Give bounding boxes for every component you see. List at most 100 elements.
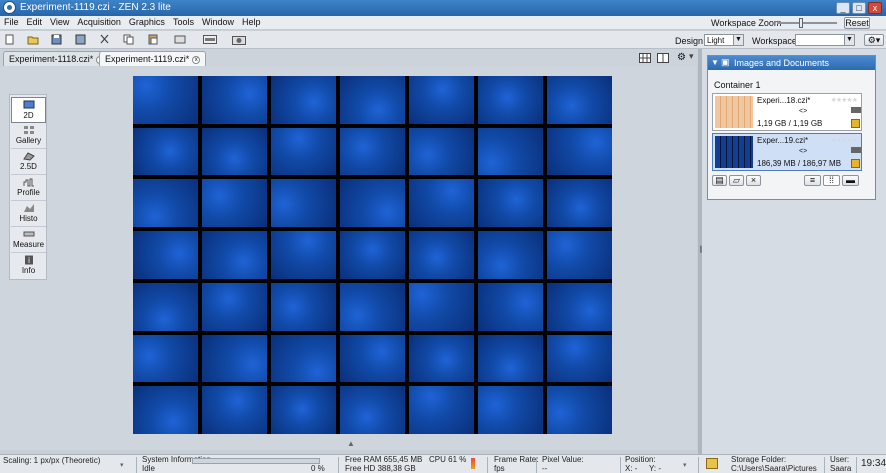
menu-acquisition[interactable]: Acquisition: [73, 16, 125, 28]
image-tile: [271, 76, 336, 124]
image-tile: [409, 282, 474, 331]
image-tile: [478, 76, 543, 124]
document-name: Experi...18.czi*: [757, 96, 811, 105]
minimize-button[interactable]: _: [836, 2, 850, 14]
image-tile: [202, 282, 267, 331]
zen-logo-icon: [3, 1, 16, 14]
tab-experiment-1118[interactable]: Experiment-1118.czi*x: [3, 51, 111, 66]
menu-graphics[interactable]: Graphics: [125, 16, 169, 28]
info-icon: i: [24, 255, 33, 265]
collapse-up-icon[interactable]: ▲: [347, 439, 355, 448]
view-profile-button[interactable]: Profile: [11, 175, 46, 201]
view-2-5d-button[interactable]: 2.5D: [11, 149, 46, 175]
image-tile: [202, 386, 267, 434]
thumbnail-view-button[interactable]: ⁞⁞: [823, 175, 840, 186]
divider: [136, 457, 137, 473]
open-folder-icon[interactable]: [27, 34, 39, 45]
save-document-icon[interactable]: [851, 159, 860, 168]
save-document-icon[interactable]: [851, 119, 860, 128]
image-tile: [340, 179, 405, 228]
image-tile: [133, 76, 198, 124]
workspace-select[interactable]: ▼: [795, 34, 855, 46]
image-settings-icon[interactable]: [174, 34, 186, 45]
document-item[interactable]: Experi...18.czi* ★★★★★ <> 1,19 GB / 1,19…: [712, 93, 862, 131]
tab-list-chevron-icon[interactable]: ▾: [689, 51, 694, 62]
rating-stars-icon[interactable]: ★★★★★: [831, 136, 858, 144]
menu-file[interactable]: File: [0, 16, 23, 28]
view-gear-icon[interactable]: ⚙: [677, 52, 686, 63]
panel-title: Images and Documents: [734, 58, 830, 68]
folder-icon[interactable]: [706, 458, 718, 469]
menu-help[interactable]: Help: [238, 16, 265, 28]
reset-button[interactable]: Reset: [844, 17, 870, 29]
position-y: Y: -: [649, 464, 662, 473]
view-histo-button[interactable]: Histo: [11, 201, 46, 227]
split-view-icon[interactable]: [657, 53, 669, 63]
image-tile: [478, 334, 543, 383]
frame-rate-value: fps: [494, 464, 505, 473]
workspace-zoom-label: Workspace Zoom: [711, 18, 782, 28]
nav-label: Profile: [17, 188, 40, 197]
link-icon: <>: [799, 108, 808, 115]
histogram-icon: [23, 204, 34, 212]
document-thumbnail: [715, 136, 753, 168]
system-info-value: Idle: [142, 464, 155, 473]
monitor-icon: [23, 100, 34, 109]
close-document-button[interactable]: ×: [746, 175, 761, 186]
document-thumbnail: [715, 96, 753, 128]
expand-chevron-icon[interactable]: ▾: [120, 461, 124, 469]
close-icon[interactable]: x: [192, 56, 201, 64]
menu-tools[interactable]: Tools: [169, 16, 198, 28]
divider: [824, 457, 825, 473]
image-tile: [547, 127, 612, 176]
open-button[interactable]: ▱: [729, 175, 744, 186]
view-measure-button[interactable]: Measure: [11, 227, 46, 253]
tab-experiment-1119[interactable]: Experiment-1119.czi* x: [99, 51, 207, 66]
save-button[interactable]: ▤: [712, 175, 727, 186]
menu-view[interactable]: View: [46, 16, 73, 28]
settings-gear-button[interactable]: ⚙▾: [864, 34, 884, 46]
tiled-microscope-image[interactable]: [133, 76, 612, 434]
workspace-zoom-thumb[interactable]: [799, 18, 803, 28]
save-icon: ▤: [715, 175, 724, 185]
expand-chevron-icon[interactable]: ▾: [683, 461, 687, 469]
large-thumb-icon: ▬: [846, 175, 855, 185]
cut-icon[interactable]: [99, 34, 111, 45]
image-tile: [478, 231, 543, 279]
menu-edit[interactable]: Edit: [23, 16, 47, 28]
maximize-button[interactable]: □: [852, 2, 866, 14]
thumbnails-icon: ⁞⁞: [828, 175, 834, 185]
image-tile: [409, 76, 474, 124]
new-document-icon[interactable]: [4, 34, 16, 45]
image-tile: [340, 386, 405, 434]
list-view-button[interactable]: ≡: [804, 175, 821, 186]
large-view-button[interactable]: ▬: [842, 175, 859, 186]
close-button[interactable]: x: [868, 2, 882, 14]
copy-icon[interactable]: [123, 34, 135, 45]
collapse-chevron-icon[interactable]: ▼: [711, 58, 719, 67]
profile-chart-icon: [23, 178, 34, 187]
workspace-zoom-track[interactable]: [777, 22, 837, 24]
view-nav-panel: 2D Gallery 2.5D Profile Histo Measure i …: [9, 94, 47, 280]
live-camera-icon[interactable]: [232, 35, 246, 45]
paste-icon[interactable]: [147, 34, 159, 45]
document-size: 186,39 MB / 186,97 MB: [757, 159, 842, 168]
image-tile: [547, 76, 612, 124]
image-tile: [409, 231, 474, 279]
rating-stars-icon[interactable]: ★★★★★: [831, 96, 858, 104]
view-info-button[interactable]: i Info: [11, 253, 46, 279]
image-tile: [133, 127, 198, 176]
grid-view-icon[interactable]: [639, 53, 651, 63]
document-name: Exper...19.czi*: [757, 136, 809, 145]
menu-window[interactable]: Window: [198, 16, 238, 28]
document-item-selected[interactable]: Exper...19.czi* ★★★★★ <> 186,39 MB / 186…: [712, 133, 862, 171]
snap-icon[interactable]: [203, 35, 217, 44]
design-select[interactable]: Light ▼: [704, 34, 744, 46]
pixel-value-label: Pixel Value:: [542, 455, 584, 464]
view-gallery-button[interactable]: Gallery: [11, 123, 46, 149]
save-icon[interactable]: [51, 34, 63, 45]
save-all-icon[interactable]: [75, 34, 87, 45]
image-tile: [340, 76, 405, 124]
workspace-label: Workspace: [752, 36, 797, 46]
view-2d-button[interactable]: 2D: [11, 97, 46, 123]
